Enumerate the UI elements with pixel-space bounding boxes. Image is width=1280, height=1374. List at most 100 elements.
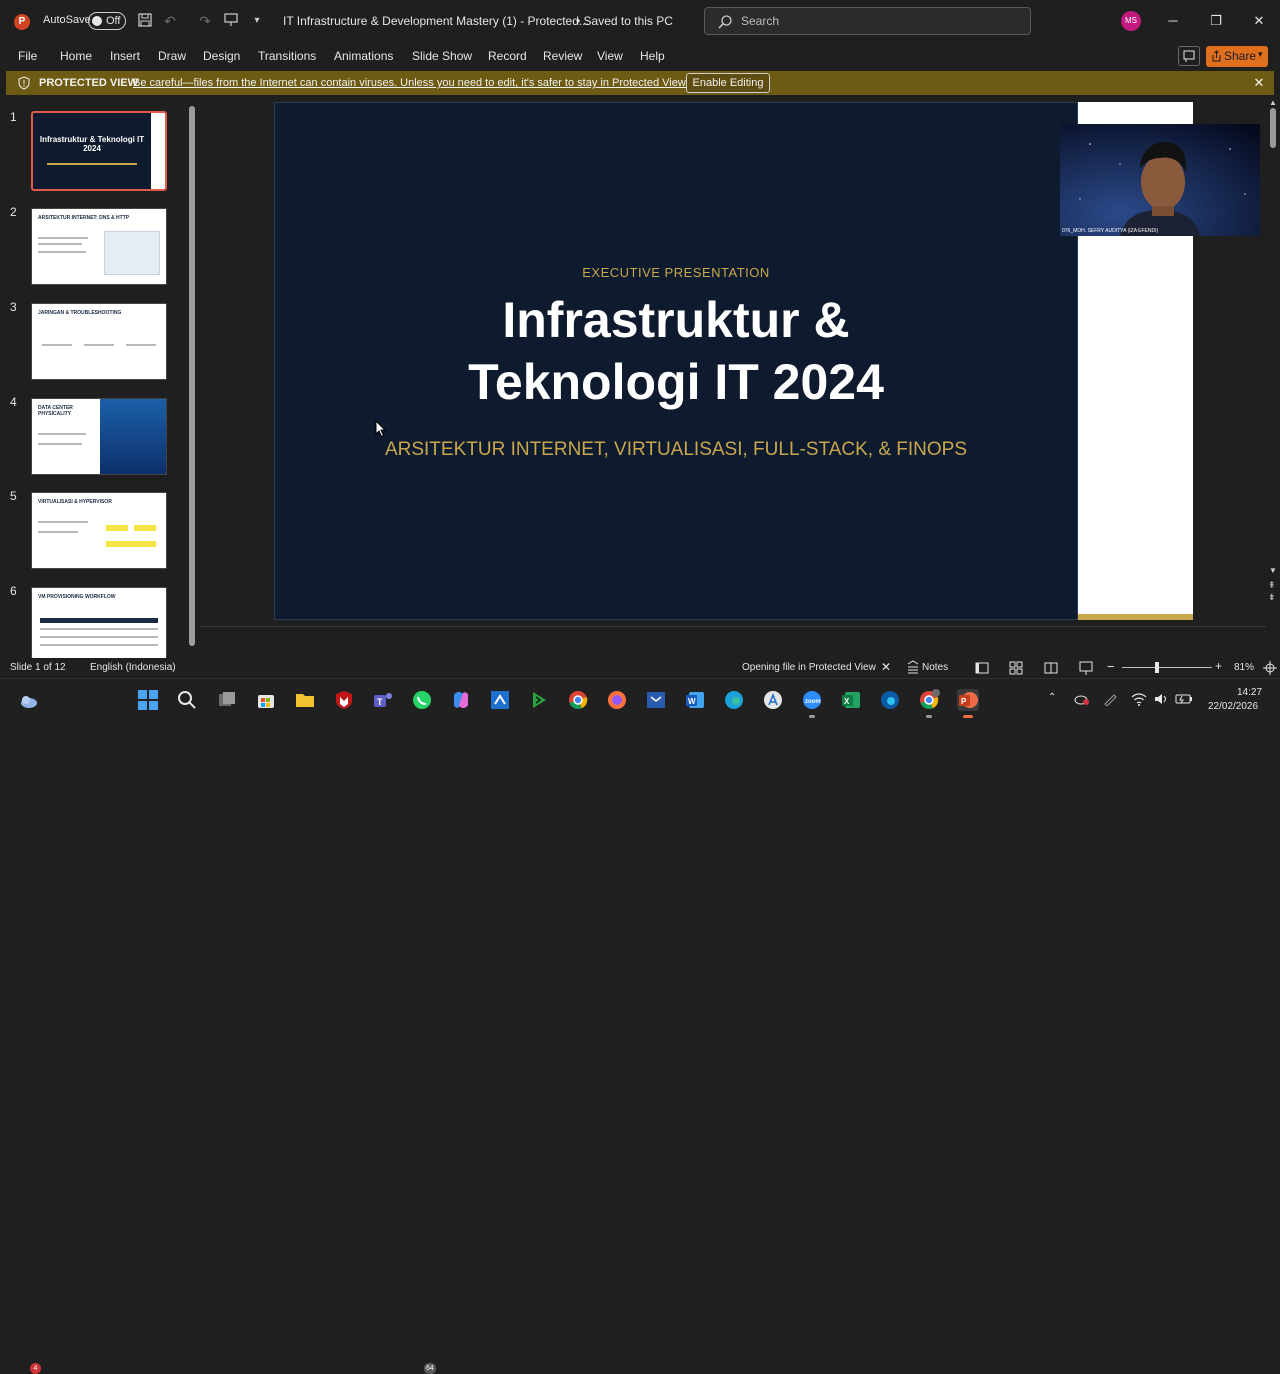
app-store-icon[interactable] xyxy=(762,689,784,711)
clock-time[interactable]: 14:27 xyxy=(1237,687,1262,698)
firefox-icon[interactable] xyxy=(606,689,628,711)
autosave-toggle[interactable]: Off xyxy=(88,12,126,30)
chrome-icon[interactable] xyxy=(567,689,589,711)
chevron-up-icon[interactable]: ⌃ xyxy=(1048,692,1056,703)
wifi-icon[interactable] xyxy=(1131,692,1147,706)
close-icon[interactable]: ✕ xyxy=(1251,74,1267,92)
thumb-title: VIRTUALISASI & HYPERVISOR xyxy=(38,499,112,505)
powerpoint-logo-icon: P xyxy=(14,14,30,30)
language[interactable]: English (Indonesia) xyxy=(90,662,176,673)
previous-slide-icon[interactable]: ⇞ xyxy=(1268,580,1276,591)
scrollbar-thumb[interactable] xyxy=(189,106,195,646)
comments-button[interactable] xyxy=(1178,46,1200,66)
normal-view-icon[interactable] xyxy=(974,660,990,676)
zoom-in-icon[interactable]: + xyxy=(1215,659,1222,673)
document-title: IT Infrastructure & Development Mastery … xyxy=(283,14,589,28)
slide-sorter-icon[interactable] xyxy=(1008,660,1024,676)
scrollbar-thumb[interactable] xyxy=(1270,108,1276,148)
search-box[interactable] xyxy=(704,7,1031,35)
copilot-icon[interactable] xyxy=(450,689,472,711)
reading-view-icon[interactable] xyxy=(1043,660,1059,676)
menu-design[interactable]: Design xyxy=(203,49,240,63)
slide-thumbnail-3[interactable]: JARINGAN & TROUBLESHOOTING xyxy=(31,303,167,380)
thumbnail-number: 6 xyxy=(10,584,17,598)
file-explorer-icon[interactable] xyxy=(294,689,316,711)
menu-help[interactable]: Help xyxy=(640,49,665,63)
menu-transitions[interactable]: Transitions xyxy=(258,49,316,63)
present-icon[interactable] xyxy=(222,12,240,30)
notification-badge: 4 xyxy=(30,1363,41,1374)
fit-to-window-icon[interactable] xyxy=(1262,660,1278,676)
save-icon[interactable] xyxy=(136,12,154,30)
minimize-icon[interactable]: ─ xyxy=(1163,11,1183,31)
zoom-level[interactable]: 81% xyxy=(1234,662,1254,673)
current-slide[interactable]: EXECUTIVE PRESENTATION Infrastruktur & T… xyxy=(274,102,1078,620)
menu-record[interactable]: Record xyxy=(488,49,527,63)
excel-icon[interactable]: X xyxy=(840,689,862,711)
protected-view-message[interactable]: Be careful—files from the Internet can c… xyxy=(133,77,688,89)
remote-desktop-icon[interactable] xyxy=(645,689,667,711)
chevron-down-icon[interactable]: ▾ xyxy=(1258,49,1263,60)
restore-icon[interactable]: ❐ xyxy=(1206,11,1226,31)
whatsapp-icon[interactable] xyxy=(411,689,433,711)
menu-home[interactable]: Home xyxy=(60,49,92,63)
menu-animations[interactable]: Animations xyxy=(334,49,393,63)
slide-thumbnail-2[interactable]: ARSITEKTUR INTERNET: DNS & HTTP xyxy=(31,208,167,285)
scroll-down-icon[interactable]: ▼ xyxy=(1269,566,1277,575)
slide-thumbnail-5[interactable]: VIRTUALISASI & HYPERVISOR xyxy=(31,492,167,569)
slide-counter: Slide 1 of 12 xyxy=(10,662,66,673)
search-icon[interactable] xyxy=(176,689,198,711)
edge-dev-icon[interactable] xyxy=(879,689,901,711)
word-icon[interactable]: W xyxy=(684,689,706,711)
zoom-out-icon[interactable]: − xyxy=(1107,659,1115,674)
enable-editing-button[interactable]: Enable Editing xyxy=(686,73,770,93)
weather-icon[interactable] xyxy=(18,689,40,711)
zoom-slider[interactable] xyxy=(1122,667,1212,668)
customize-toolbar-icon[interactable]: ▾ xyxy=(248,12,266,30)
share-button[interactable]: Share ▾ xyxy=(1206,46,1268,67)
taskbar: 4 T 64 W zoom X P ⌃ 14:27 22/02/2026 xyxy=(0,678,1280,1374)
edge-icon[interactable] xyxy=(723,689,745,711)
zoom-icon[interactable]: zoom xyxy=(801,689,823,711)
zoom-slider-thumb[interactable] xyxy=(1155,662,1159,673)
menu-view[interactable]: View xyxy=(597,49,623,63)
clock-date[interactable]: 22/02/2026 xyxy=(1208,701,1258,712)
redo-icon[interactable]: ↷ xyxy=(196,12,214,30)
thumb-table-row xyxy=(40,644,158,646)
start-icon[interactable] xyxy=(137,689,159,711)
autosave-state: Off xyxy=(106,15,121,27)
menu-review[interactable]: Review xyxy=(543,49,582,63)
menu-slide-show[interactable]: Slide Show xyxy=(412,49,472,63)
undo-icon[interactable]: ↶ xyxy=(161,12,179,30)
close-icon[interactable]: ✕ xyxy=(1249,11,1269,31)
teams-icon[interactable]: T xyxy=(372,689,394,711)
next-slide-icon[interactable]: ⇟ xyxy=(1268,592,1276,603)
slide-thumbnail-4[interactable]: DATA CENTER PHYSICALITY xyxy=(31,398,167,475)
menu-file[interactable]: File xyxy=(18,49,37,63)
terminal-icon[interactable] xyxy=(528,689,550,711)
battery-icon[interactable] xyxy=(1175,692,1193,706)
menu-draw[interactable]: Draw xyxy=(158,49,186,63)
powerpoint-icon[interactable]: P xyxy=(957,689,979,711)
chrome-profile-icon[interactable] xyxy=(918,689,940,711)
pen-input-icon[interactable] xyxy=(1102,692,1118,706)
thumbnail-scrollbar[interactable] xyxy=(186,96,198,658)
notes-button[interactable]: Notes xyxy=(922,662,948,673)
thumb-table-row xyxy=(40,628,158,630)
search-input[interactable] xyxy=(741,12,1021,30)
volume-icon[interactable] xyxy=(1153,692,1169,706)
slide-thumbnail-1[interactable]: Infrastruktur & Teknologi IT 2024 xyxy=(31,111,167,191)
editor-scrollbar[interactable]: ▲ ▼ ⇞ ⇟ xyxy=(1266,96,1280,658)
mcafee-icon[interactable] xyxy=(333,689,355,711)
close-icon[interactable]: ✕ xyxy=(881,660,891,674)
slideshow-view-icon[interactable] xyxy=(1078,660,1094,676)
slide-thumbnail-6[interactable]: VM PROVISIONING WORKFLOW xyxy=(31,587,167,658)
avatar[interactable]: MS xyxy=(1121,11,1141,31)
vscode-icon[interactable] xyxy=(489,689,511,711)
scroll-up-icon[interactable]: ▲ xyxy=(1269,98,1277,107)
store-icon[interactable] xyxy=(255,689,277,711)
slide-title-line-1: Infrastruktur & xyxy=(502,292,850,348)
cloud-alert-icon[interactable] xyxy=(1074,692,1090,706)
task-view-icon[interactable] xyxy=(216,689,238,711)
menu-insert[interactable]: Insert xyxy=(110,49,140,63)
